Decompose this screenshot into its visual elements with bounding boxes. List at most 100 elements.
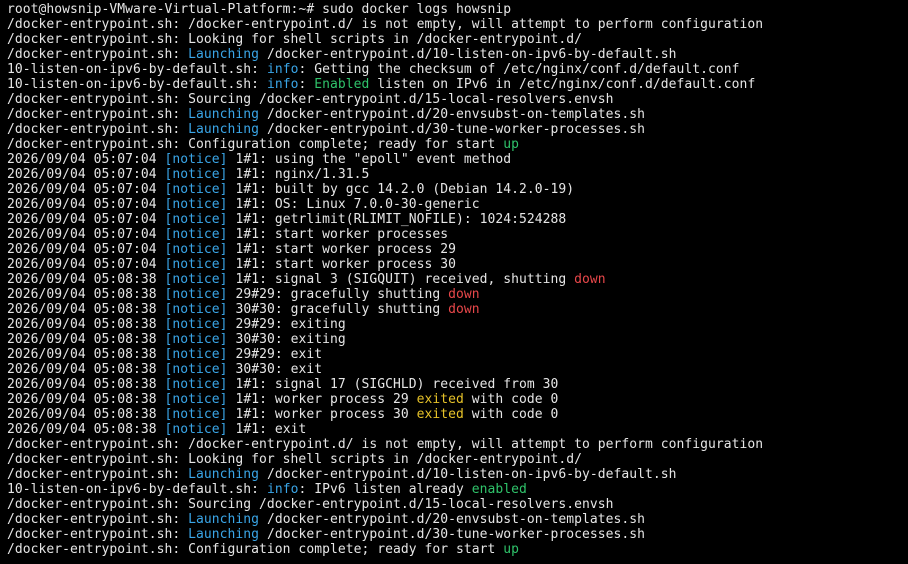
log-highlight-cyan: Launching	[188, 122, 260, 137]
log-highlight-cyan: [notice]	[164, 377, 228, 392]
log-text: /docker-entrypoint.sh:	[7, 527, 189, 542]
log-line: /docker-entrypoint.sh: Launching /docker…	[7, 527, 908, 542]
log-line: 2026/09/04 05:08:38 [notice] 1#1: signal…	[7, 272, 908, 287]
log-line: 2026/09/04 05:08:38 [notice] 1#1: exit	[7, 422, 908, 437]
log-highlight-yellow: exited	[416, 407, 464, 422]
log-text: 2026/09/04 05:08:38	[7, 422, 165, 437]
log-line: 2026/09/04 05:07:04 [notice] 1#1: OS: Li…	[7, 197, 908, 212]
log-text: 2026/09/04 05:08:38	[7, 392, 165, 407]
log-line: /docker-entrypoint.sh: Configuration com…	[7, 137, 908, 152]
log-highlight-yellow: exited	[416, 392, 464, 407]
log-highlight-cyan: [notice]	[164, 257, 228, 272]
log-text: /docker-entrypoint.d/20-envsubst-on-temp…	[259, 107, 646, 122]
log-line: /docker-entrypoint.sh: Launching /docker…	[7, 47, 908, 62]
terminal-output[interactable]: root@howsnip-VMware-Virtual-Platform:~# …	[0, 0, 908, 564]
log-highlight-cyan: Launching	[188, 512, 260, 527]
log-text: 2026/09/04 05:07:04	[7, 242, 165, 257]
log-text: 1#1: exit	[227, 422, 307, 437]
log-line: /docker-entrypoint.sh: Launching /docker…	[7, 122, 908, 137]
log-highlight-cyan: [notice]	[164, 362, 228, 377]
log-text: 1#1: worker process 29	[227, 392, 417, 407]
log-text: with code 0	[463, 392, 559, 407]
log-highlight-cyan: [notice]	[164, 212, 228, 227]
log-text: 10-listen-on-ipv6-by-default.sh:	[7, 77, 267, 92]
log-highlight-cyan: Launching	[188, 527, 260, 542]
log-highlight-green: enabled	[471, 482, 527, 497]
log-text: 2026/09/04 05:08:38	[7, 347, 165, 362]
log-text: /docker-entrypoint.sh:	[7, 47, 189, 62]
log-highlight-cyan: [notice]	[164, 227, 228, 242]
log-highlight-green: Enabled	[314, 77, 370, 92]
log-line: 2026/09/04 05:08:38 [notice] 1#1: worker…	[7, 392, 908, 407]
log-highlight-cyan: Launching	[188, 47, 260, 62]
log-text: /docker-entrypoint.d/30-tune-worker-proc…	[259, 122, 646, 137]
log-text: /docker-entrypoint.d/10-listen-on-ipv6-b…	[259, 47, 677, 62]
log-highlight-red: down	[448, 287, 480, 302]
log-text: /docker-entrypoint.sh: Sourcing /docker-…	[7, 497, 614, 512]
log-text: 2026/09/04 05:08:38	[7, 302, 165, 317]
log-line: 2026/09/04 05:08:38 [notice] 1#1: worker…	[7, 407, 908, 422]
log-text: 1#1: OS: Linux 7.0.0-30-generic	[227, 197, 480, 212]
log-text: 1#1: built by gcc 14.2.0 (Debian 14.2.0-…	[227, 182, 575, 197]
log-text: 2026/09/04 05:07:04	[7, 212, 165, 227]
log-highlight-cyan: [notice]	[164, 302, 228, 317]
log-text: /docker-entrypoint.sh: Looking for shell…	[7, 452, 582, 467]
log-text: 2026/09/04 05:07:04	[7, 257, 165, 272]
log-highlight-cyan: [notice]	[164, 272, 228, 287]
log-line: /docker-entrypoint.sh: /docker-entrypoin…	[7, 17, 908, 32]
log-text: :	[298, 77, 315, 92]
log-highlight-cyan: Launching	[188, 107, 260, 122]
log-text: 29#29: gracefully shutting	[227, 287, 449, 302]
log-highlight-cyan: info	[266, 482, 299, 497]
log-highlight-cyan: info	[266, 62, 299, 77]
log-line: /docker-entrypoint.sh: Launching /docker…	[7, 107, 908, 122]
log-highlight-red: down	[574, 272, 606, 287]
log-text: /docker-entrypoint.sh: /docker-entrypoin…	[7, 437, 764, 452]
log-text: 2026/09/04 05:08:38	[7, 377, 165, 392]
log-line: /docker-entrypoint.sh: Looking for shell…	[7, 32, 908, 47]
log-text: root@howsnip-VMware-Virtual-Platform:~# …	[7, 2, 512, 17]
log-text: 29#29: exiting	[227, 317, 346, 332]
log-line: 2026/09/04 05:08:38 [notice] 30#30: grac…	[7, 302, 908, 317]
log-highlight-cyan: [notice]	[164, 182, 228, 197]
log-text: 2026/09/04 05:08:38	[7, 287, 165, 302]
log-text: /docker-entrypoint.sh: Looking for shell…	[7, 32, 582, 47]
log-text: 2026/09/04 05:07:04	[7, 182, 165, 197]
log-line: 2026/09/04 05:07:04 [notice] 1#1: start …	[7, 257, 908, 272]
log-text: /docker-entrypoint.d/10-listen-on-ipv6-b…	[259, 467, 677, 482]
log-highlight-cyan: [notice]	[164, 347, 228, 362]
log-highlight-cyan: [notice]	[164, 407, 228, 422]
log-text: /docker-entrypoint.sh: Configuration com…	[7, 137, 504, 152]
log-highlight-red: down	[448, 302, 480, 317]
log-text: : IPv6 listen already	[298, 482, 472, 497]
log-text: 2026/09/04 05:08:38	[7, 407, 165, 422]
log-text: /docker-entrypoint.sh:	[7, 122, 189, 137]
log-line: 2026/09/04 05:08:38 [notice] 30#30: exit…	[7, 332, 908, 347]
log-text: 2026/09/04 05:08:38	[7, 272, 165, 287]
log-line: /docker-entrypoint.sh: Sourcing /docker-…	[7, 497, 908, 512]
log-text: /docker-entrypoint.d/30-tune-worker-proc…	[259, 527, 646, 542]
log-highlight-cyan: Launching	[188, 467, 260, 482]
log-line: 2026/09/04 05:07:04 [notice] 1#1: built …	[7, 182, 908, 197]
log-highlight-cyan: [notice]	[164, 317, 228, 332]
log-line: /docker-entrypoint.sh: /docker-entrypoin…	[7, 437, 908, 452]
log-text: 29#29: exit	[227, 347, 323, 362]
log-text: /docker-entrypoint.sh:	[7, 107, 189, 122]
log-text: 2026/09/04 05:07:04	[7, 167, 165, 182]
log-line: 2026/09/04 05:08:38 [notice] 30#30: exit	[7, 362, 908, 377]
log-text: 30#30: exiting	[227, 332, 346, 347]
log-text: 1#1: nginx/1.31.5	[227, 167, 370, 182]
log-text: listen on IPv6 in /etc/nginx/conf.d/defa…	[369, 77, 756, 92]
log-text: with code 0	[463, 407, 559, 422]
log-line: /docker-entrypoint.sh: Launching /docker…	[7, 467, 908, 482]
log-text: 1#1: getrlimit(RLIMIT_NOFILE): 1024:5242…	[227, 212, 567, 227]
log-text: 1#1: start worker process 30	[227, 257, 456, 272]
log-line: /docker-entrypoint.sh: Sourcing /docker-…	[7, 92, 908, 107]
log-line: 2026/09/04 05:08:38 [notice] 1#1: signal…	[7, 377, 908, 392]
log-text: /docker-entrypoint.d/20-envsubst-on-temp…	[259, 512, 646, 527]
log-line: /docker-entrypoint.sh: Launching /docker…	[7, 512, 908, 527]
log-line: 2026/09/04 05:07:04 [notice] 1#1: nginx/…	[7, 167, 908, 182]
log-line: 10-listen-on-ipv6-by-default.sh: info: I…	[7, 482, 908, 497]
log-line: 2026/09/04 05:08:38 [notice] 29#29: exit	[7, 347, 908, 362]
log-text: 1#1: start worker processes	[227, 227, 449, 242]
